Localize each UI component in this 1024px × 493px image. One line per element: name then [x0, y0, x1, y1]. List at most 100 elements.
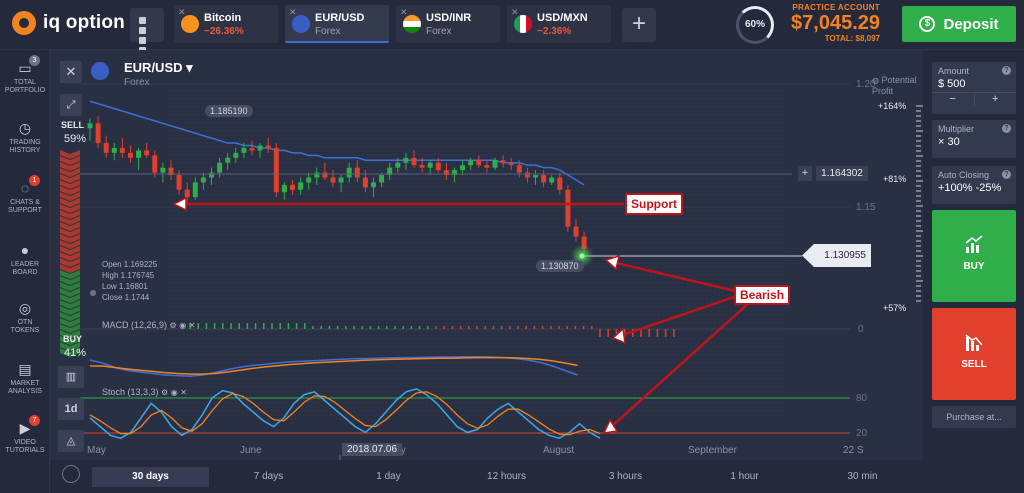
chart-area[interactable]: 1.20 1.15 0 80 20 ✕ EUR/USD ▾ Forex ⤢ SE… — [50, 50, 923, 460]
amount-box: ? Amount $ 500 − + — [932, 62, 1016, 114]
sidebar-item-trading-history[interactable]: ◷ TRADING HISTORY — [0, 120, 50, 155]
candle — [103, 143, 109, 153]
chart-asset-selector[interactable]: EUR/USD ▾ — [124, 60, 193, 76]
candle — [144, 150, 150, 156]
candle — [362, 177, 368, 188]
help-icon[interactable]: ? — [1002, 124, 1011, 133]
info-icon: ◍ — [872, 76, 879, 85]
amount-plus-button[interactable]: + — [973, 93, 1017, 106]
amount-minus-button[interactable]: − — [932, 93, 974, 106]
amount-input[interactable]: $ 500 — [932, 76, 1016, 92]
remove-indicator-icon[interactable]: ✕ — [189, 321, 196, 330]
candle — [111, 147, 117, 153]
all-assets-grid-button[interactable] — [130, 8, 164, 54]
candle — [484, 165, 490, 168]
ohlc-close: Close 1.1744 — [102, 293, 150, 302]
timeframe-3-hours[interactable]: 3 hours — [567, 467, 684, 487]
timeframe-button[interactable]: 1d — [58, 398, 84, 420]
sidebar-item-leader-board[interactable]: ● LEADER BOARD — [0, 242, 50, 277]
chat-icon: ◌ 1 — [16, 175, 40, 196]
asset-gauge: 60% — [736, 6, 774, 44]
world-map-background — [170, 90, 790, 420]
ohlc-info: Open 1.169225 High 1.176745 Low 1.16801 … — [102, 259, 157, 303]
help-icon[interactable]: ? — [1002, 170, 1011, 179]
asset-tab-usdinr[interactable]: ✕ USD/INR Forex — [396, 5, 500, 43]
candle — [573, 226, 579, 237]
eye-icon[interactable]: ◉ — [179, 321, 186, 330]
x-axis-label: June — [240, 445, 262, 456]
account-info[interactable]: PRACTICE ACCOUNT $7,045.29 TOTAL: $8,097 — [780, 3, 880, 43]
account-balance: $7,045.29 — [791, 12, 880, 34]
buy-button[interactable]: BUY — [932, 210, 1016, 302]
multiplier-box[interactable]: ? Multiplier × 30 — [932, 120, 1016, 158]
sidebar-item-total-portfolio[interactable]: ▭ 3 TOTAL PORTFOLIO — [0, 55, 50, 95]
sell-percent: 59% — [64, 133, 87, 145]
tab-change: −26.36% — [204, 26, 244, 37]
asset-tab-usdmxn[interactable]: ✕ USD/MXN −2.36% — [507, 5, 611, 43]
auto-closing-box[interactable]: ? Auto Closing +100% -25% — [932, 166, 1016, 204]
potential-profit-label: ◍ Potential Profit — [872, 65, 922, 96]
asset-tab-bitcoin[interactable]: ✕ Bitcoin −26.36% — [174, 5, 278, 43]
drawing-tools-icon[interactable]: ◬ — [58, 430, 84, 452]
profit-low: +57% — [883, 303, 907, 313]
candle — [330, 177, 336, 183]
settings-icon[interactable]: ⚙ — [161, 388, 168, 397]
close-chart-button[interactable]: ✕ — [60, 61, 82, 83]
timeframe-1-day[interactable]: 1 day — [330, 467, 447, 487]
sidebar-item-chats-support[interactable]: ◌ 1 CHATS & SUPPORT — [0, 175, 50, 215]
bearish-label: Bearish — [734, 285, 791, 305]
profit-high: +164% — [878, 101, 907, 111]
candle — [257, 145, 263, 151]
sidebar-item-video-tutorials[interactable]: ▶ 7 VIDEO TUTORIALS — [0, 415, 50, 455]
eye-icon[interactable]: ◉ — [171, 388, 178, 397]
purchase-at-button[interactable]: Purchase at... — [932, 406, 1016, 428]
profit-scale — [916, 105, 923, 302]
remove-indicator-icon[interactable]: ✕ — [180, 388, 187, 397]
help-icon[interactable]: ? — [1002, 66, 1011, 75]
support-label: Support — [625, 193, 683, 215]
deposit-button[interactable]: $ Deposit — [902, 6, 1016, 42]
timeframe-7-days[interactable]: 7 days — [210, 467, 327, 487]
x-axis-label: August — [543, 445, 575, 456]
timeframe-30-days[interactable]: 30 days — [92, 467, 209, 487]
candle — [265, 145, 271, 148]
sidebar-label: VIDEO TUTORIALS — [5, 439, 45, 454]
timeframe-12-hours[interactable]: 12 hours — [448, 467, 565, 487]
candle — [249, 147, 255, 151]
tab-name: EUR/USD — [315, 12, 365, 24]
candle — [435, 162, 441, 171]
candle — [184, 189, 190, 198]
dollar-icon: $ — [919, 16, 936, 32]
candle — [419, 165, 425, 168]
chart-type-icon[interactable]: ▥ — [58, 366, 84, 388]
price-chart[interactable]: 1.20 1.15 0 80 20 — [50, 50, 923, 460]
sidebar-item-otn-tokens[interactable]: ◎ OTN TOKENS — [0, 300, 50, 335]
asset-tab-eurusd[interactable]: ✕ EUR/USD Forex — [285, 5, 389, 43]
timeframe-1-hour[interactable]: 1 hour — [686, 467, 803, 487]
deposit-label: Deposit — [943, 15, 999, 33]
expand-icon[interactable]: ⤢ — [60, 94, 82, 116]
sidebar-item-market-analysis[interactable]: ▤ MARKET ANALYSIS — [0, 361, 50, 396]
settings-icon[interactable]: ⚙ — [170, 321, 177, 330]
timeframe-30-min[interactable]: 30 min — [804, 467, 921, 487]
candle — [152, 155, 158, 173]
macd-name: MACD (12,26,9) — [102, 320, 168, 330]
stoch-name: Stoch (13,3,3) — [102, 387, 159, 397]
sidebar-label: OTN TOKENS — [10, 319, 40, 334]
sidebar-label: CHATS & SUPPORT — [8, 199, 42, 214]
add-strike-button[interactable]: + — [798, 166, 812, 181]
zoom-icon[interactable] — [62, 465, 80, 483]
video-icon: ▶ 7 — [16, 415, 40, 436]
brand-logo[interactable]: iq option — [12, 11, 125, 35]
market-analysis-icon: ▤ — [18, 361, 32, 377]
x-axis-edge-label: 22 S — [843, 445, 864, 456]
profit-mid: +81% — [883, 174, 907, 184]
candle — [306, 177, 312, 183]
tab-change: −2.36% — [537, 26, 572, 37]
candle — [516, 165, 522, 173]
eu-flag-icon — [292, 15, 310, 33]
sell-button[interactable]: SELL — [932, 308, 1016, 400]
candle — [354, 167, 360, 178]
add-tab-button[interactable]: + — [622, 8, 656, 42]
candle — [209, 172, 214, 178]
